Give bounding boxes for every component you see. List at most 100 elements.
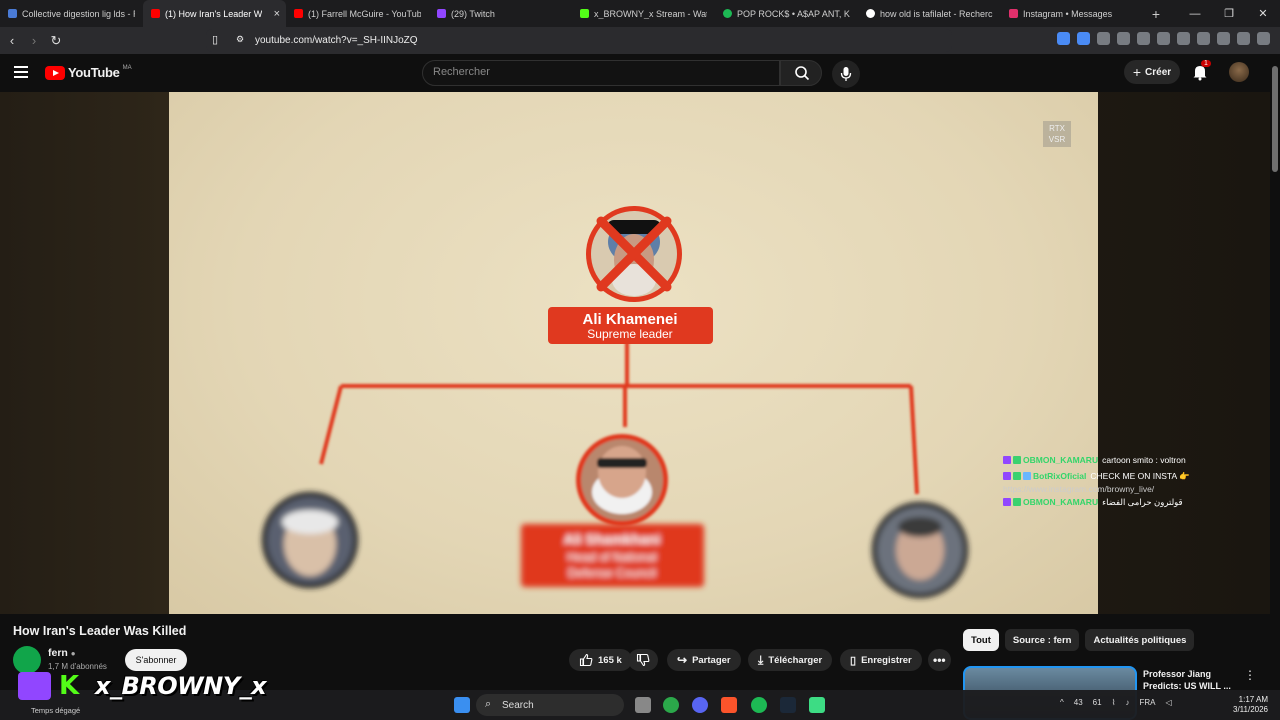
search-input[interactable] <box>433 66 763 78</box>
plus-icon: + <box>1132 64 1142 80</box>
spotify-icon[interactable] <box>751 697 767 713</box>
address-bar[interactable]: ▯ ⚙ youtube.com/watch?v=_SH-IINJoZQ <box>206 29 952 52</box>
browser-toolbar: ‹ › ↻ ▯ ⚙ youtube.com/watch?v=_SH-IINJoZ… <box>0 27 1280 54</box>
chat-text: cartoon smito : voltron <box>1102 455 1186 465</box>
youtube-logo[interactable]: YouTube MA <box>45 65 132 80</box>
close-tab-icon[interactable]: × <box>274 8 280 20</box>
youtube-page: YouTube MA + Créer 1 <box>0 54 1280 720</box>
browser-tab[interactable]: Collective digestion lig lds - Re <box>0 0 143 27</box>
portrait-shamkhani <box>576 434 668 526</box>
discord-icon[interactable] <box>692 697 708 713</box>
browser-tab[interactable]: POP ROCK$ • A$AP ANT, K <box>715 0 858 27</box>
clock[interactable]: 1:17 AM 3/11/2026 <box>1226 695 1268 715</box>
download-label: Télécharger <box>768 654 823 666</box>
chip-politics[interactable]: Actualités politiques <box>1085 629 1195 651</box>
extension-icon[interactable] <box>1137 32 1150 45</box>
new-tab-button[interactable]: + <box>1144 6 1168 22</box>
recommended-title[interactable]: Professor Jiang Predicts: US WILL ... <box>1143 668 1243 692</box>
channel-avatar[interactable] <box>13 646 41 674</box>
video-frame[interactable]: Ali Khamenei Supreme leader Ali Shamkhan… <box>169 92 1098 614</box>
chat-message: OBMON_KAMARU cartoon smito : voltron <box>1003 454 1243 467</box>
microphone-icon <box>840 67 852 81</box>
tray-value[interactable]: 61 <box>1093 698 1102 707</box>
site-info-icon[interactable]: ⚙ <box>236 34 244 45</box>
show-hidden-icon[interactable]: ^ <box>1060 698 1064 707</box>
extension-icon[interactable] <box>1197 32 1210 45</box>
chip-source[interactable]: Source : fern <box>1004 629 1080 651</box>
create-button[interactable]: + Créer <box>1124 60 1180 84</box>
more-actions-button[interactable]: ••• <box>928 649 951 671</box>
tray-temp[interactable]: 43 <box>1074 698 1083 707</box>
voice-search-button[interactable] <box>832 60 860 88</box>
reload-icon[interactable]: ↻ <box>46 33 66 49</box>
browser-tab[interactable]: x_BROWNY_x Stream - Watch <box>572 0 715 27</box>
like-button[interactable]: 165 k <box>569 649 632 671</box>
top-name: Ali Khamenei <box>582 311 677 328</box>
notifications-button[interactable]: 1 <box>1191 60 1211 83</box>
verified-icon: ● <box>70 649 76 658</box>
extension-icon[interactable] <box>1097 32 1110 45</box>
tab-label: (1) Farrell McGuire - YouTube <box>308 8 421 19</box>
task-view-icon[interactable] <box>635 697 651 713</box>
video-player[interactable]: Ali Khamenei Supreme leader Ali Shamkhan… <box>0 92 1270 614</box>
volume-icon[interactable]: ◁ <box>1165 698 1171 707</box>
youtube-favicon-icon <box>151 9 160 18</box>
browser-tab[interactable]: Instagram • Messages <box>1001 0 1144 27</box>
twitch-logo-icon <box>18 672 51 700</box>
dislike-button[interactable] <box>628 649 658 671</box>
streamer-name: x_BROWNY_x <box>95 672 267 700</box>
language-indicator[interactable]: FRA <box>1139 698 1155 707</box>
back-icon[interactable]: ‹ <box>2 33 22 48</box>
taskbar-search-label: Search <box>502 699 534 711</box>
kick-badge-icon <box>1013 456 1021 464</box>
extension-icon[interactable] <box>1057 32 1070 45</box>
forward-icon[interactable]: › <box>24 33 44 48</box>
subscribe-button[interactable]: S'abonner <box>125 649 187 671</box>
browser-tab[interactable]: how old is tafilalet - Recherche <box>858 0 1001 27</box>
bookmark-icon[interactable]: ▯ <box>212 33 218 46</box>
extension-icon[interactable] <box>1157 32 1170 45</box>
network-icon[interactable]: ⌇ <box>1112 698 1116 707</box>
channel-name-text: fern <box>48 647 68 659</box>
save-button[interactable]: ▯ Enregistrer <box>840 649 922 671</box>
twitch-favicon-icon <box>437 9 446 18</box>
browser-tab[interactable]: (29) Twitch <box>429 0 572 27</box>
system-tray: ^ 43 61 ⌇ ♪ FRA ◁ <box>1060 698 1172 707</box>
browser-tab-active[interactable]: (1) How Iran's Leader W × <box>143 0 286 27</box>
app-icon[interactable] <box>809 697 825 713</box>
browser-tab[interactable]: (1) Farrell McGuire - YouTube <box>286 0 429 27</box>
extension-icon[interactable] <box>1117 32 1130 45</box>
tab-label: (29) Twitch <box>451 8 495 19</box>
menu-icon[interactable] <box>1257 32 1270 45</box>
close-window-icon[interactable]: ✕ <box>1246 7 1280 20</box>
windows-start-icon[interactable] <box>454 697 470 713</box>
menu-icon[interactable] <box>14 66 28 81</box>
share-button[interactable]: ↪ Partager <box>667 649 741 671</box>
mic-tray-icon[interactable]: ♪ <box>1125 698 1129 707</box>
chip-all[interactable]: Tout <box>963 629 999 651</box>
spotify-favicon-icon <box>723 9 732 18</box>
reco-more-icon[interactable]: ⋮ <box>1244 668 1256 682</box>
channel-name[interactable]: fern ● <box>48 647 76 659</box>
restore-icon[interactable]: ❐ <box>1212 7 1246 20</box>
extension-icon[interactable] <box>1177 32 1190 45</box>
account-avatar[interactable] <box>1229 62 1249 82</box>
extension-icon[interactable] <box>1077 32 1090 45</box>
steam-icon[interactable] <box>780 697 796 713</box>
search-button[interactable] <box>780 60 822 86</box>
extension-icon[interactable] <box>1237 32 1250 45</box>
taskbar-search[interactable]: ⌕ Search <box>476 694 624 716</box>
minimize-icon[interactable]: — <box>1178 8 1212 20</box>
weather-widget[interactable]: Temps dégagé <box>31 706 80 715</box>
brave-icon[interactable] <box>721 697 737 713</box>
extension-icon[interactable] <box>1217 32 1230 45</box>
download-button[interactable]: ⤓ Télécharger <box>748 649 833 671</box>
share-label: Partager <box>692 654 731 666</box>
page-scrollbar[interactable] <box>1270 54 1280 720</box>
share-icon: ↪ <box>677 653 688 667</box>
app-icon[interactable] <box>663 697 679 713</box>
twitch-badge-icon <box>1003 456 1011 464</box>
country-code: MA <box>122 64 132 71</box>
scrollbar-thumb[interactable] <box>1272 66 1278 172</box>
mid-role-line2: Defense Council <box>568 566 656 580</box>
